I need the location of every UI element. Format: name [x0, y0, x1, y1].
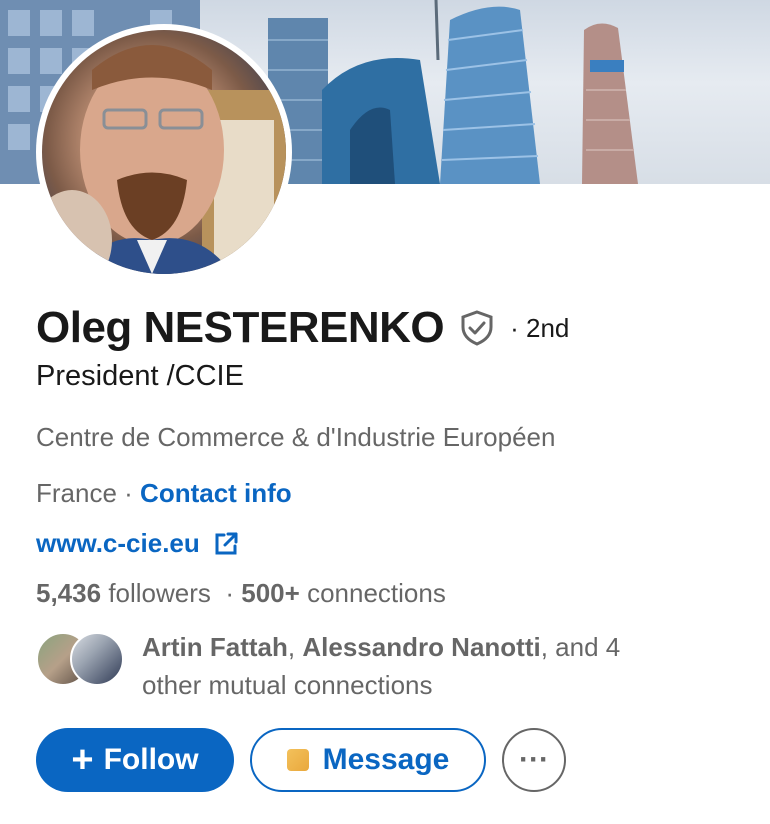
mutual-name: Artin Fattah [142, 632, 288, 662]
follow-label: Follow [103, 743, 199, 776]
followers-connections: 5,436 followers · 500+ connections [36, 578, 446, 609]
mutual-avatars [36, 628, 128, 686]
mutual-connections-text[interactable]: Artin Fattah, Alessandro Nanotti, and 4 … [142, 628, 682, 704]
profile-headline: President /CCIE [36, 360, 244, 392]
location-text: France · [36, 478, 133, 508]
follow-button[interactable]: + Follow [36, 728, 234, 792]
followers-label[interactable]: followers [108, 578, 211, 608]
profile-actions: + Follow Message ··· [36, 728, 566, 792]
website-link[interactable]: www.c-cie.eu [36, 528, 200, 559]
more-actions-button[interactable]: ··· [502, 728, 566, 792]
mutual-sep: , [287, 632, 296, 662]
mutual-name: Alessandro Nanotti [302, 632, 541, 662]
external-link-icon[interactable] [212, 530, 240, 558]
followers-count[interactable]: 5,436 [36, 578, 101, 608]
profile-name: Oleg NESTERENKO [36, 303, 445, 352]
ellipsis-icon: ··· [519, 743, 549, 776]
message-button[interactable]: Message [250, 728, 486, 792]
connection-degree: · 2nd [510, 312, 570, 343]
mutual-avatar [70, 632, 124, 686]
person-photo-illustration [42, 45, 286, 274]
mutual-connections[interactable]: Artin Fattah, Alessandro Nanotti, and 4 … [36, 628, 682, 704]
current-company[interactable]: Centre de Commerce & d'Industrie Europée… [36, 422, 555, 453]
profile-avatar[interactable] [36, 24, 292, 280]
plus-icon: + [71, 739, 94, 781]
profile-photo [42, 30, 286, 274]
message-label: Message [322, 743, 450, 776]
premium-message-icon [286, 749, 309, 771]
shield-check-icon[interactable] [458, 309, 496, 347]
stats-separator: · [225, 578, 235, 608]
name-row: Oleg NESTERENKO · 2nd [36, 300, 569, 356]
website-row: www.c-cie.eu [36, 528, 240, 559]
connections-count[interactable]: 500+ [241, 578, 300, 608]
contact-info-link[interactable]: Contact info [140, 478, 292, 508]
connections-label[interactable]: connections [307, 578, 446, 608]
location-row: France · Contact info [36, 478, 292, 509]
